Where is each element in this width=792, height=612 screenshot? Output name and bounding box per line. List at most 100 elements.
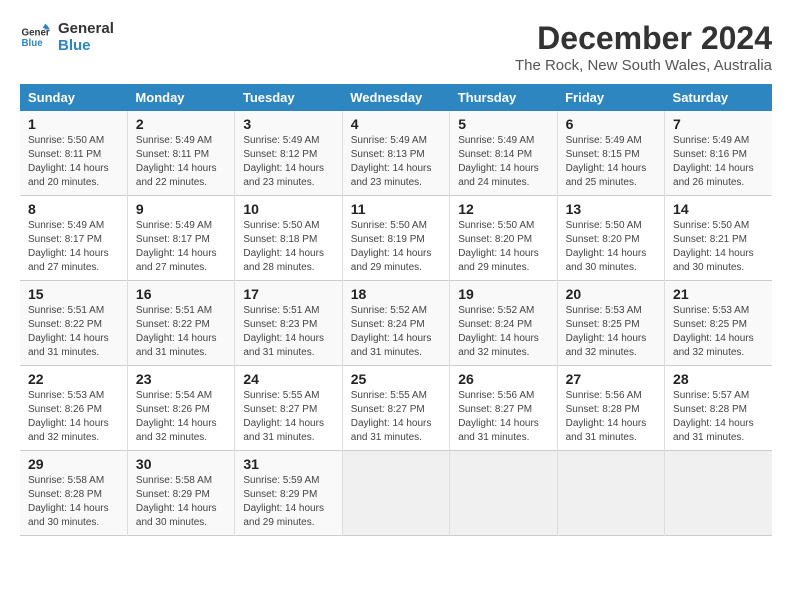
day-detail: Sunrise: 5:53 AMSunset: 8:25 PMDaylight:… xyxy=(566,304,656,360)
day-number: 16 xyxy=(136,286,226,302)
calendar-cell: 28 Sunrise: 5:57 AMSunset: 8:28 PMDayligh… xyxy=(665,366,772,451)
header-wednesday: Wednesday xyxy=(342,84,449,111)
calendar-cell: 24 Sunrise: 5:55 AMSunset: 8:27 PMDayligh… xyxy=(235,366,342,451)
day-number: 12 xyxy=(458,201,548,217)
calendar-cell: 16 Sunrise: 5:51 AMSunset: 8:22 PMDayligh… xyxy=(127,281,234,366)
day-detail: Sunrise: 5:51 AMSunset: 8:22 PMDaylight:… xyxy=(136,304,226,360)
calendar-cell: 17Sunrise: 5:51 AMSunset: 8:23 PMDayligh… xyxy=(235,281,342,366)
day-detail: Sunrise: 5:49 AMSunset: 8:14 PMDaylight:… xyxy=(458,134,548,190)
day-number: 3 xyxy=(243,116,333,132)
day-number: 19 xyxy=(458,286,548,302)
calendar-cell: 19 Sunrise: 5:52 AMSunset: 8:24 PMDayligh… xyxy=(450,281,557,366)
day-number: 21 xyxy=(673,286,764,302)
day-detail: Sunrise: 5:50 AMSunset: 8:21 PMDaylight:… xyxy=(673,219,764,275)
day-number: 11 xyxy=(351,201,441,217)
calendar-cell: 21 Sunrise: 5:53 AMSunset: 8:25 PMDayligh… xyxy=(665,281,772,366)
page-header: General Blue General Blue December 2024 … xyxy=(20,20,772,74)
day-number: 5 xyxy=(458,116,548,132)
calendar-cell: 3Sunrise: 5:49 AMSunset: 8:12 PMDaylight… xyxy=(235,111,342,196)
calendar-cell: 30 Sunrise: 5:58 AMSunset: 8:29 PMDayligh… xyxy=(127,451,234,536)
day-number: 22 xyxy=(28,371,119,387)
day-number: 29 xyxy=(28,456,119,472)
header-sunday: Sunday xyxy=(20,84,127,111)
day-detail: Sunrise: 5:59 AMSunset: 8:29 PMDaylight:… xyxy=(243,474,333,530)
calendar-week-row: 22 Sunrise: 5:53 AMSunset: 8:26 PMDayligh… xyxy=(20,366,772,451)
calendar-cell: 2 Sunrise: 5:49 AMSunset: 8:11 PMDaylight… xyxy=(127,111,234,196)
day-detail: Sunrise: 5:49 AMSunset: 8:13 PMDaylight:… xyxy=(351,134,441,190)
calendar-cell: 9 Sunrise: 5:49 AMSunset: 8:17 PMDaylight… xyxy=(127,196,234,281)
logo: General Blue General Blue xyxy=(20,20,114,54)
day-number: 30 xyxy=(136,456,226,472)
calendar-cell: 23 Sunrise: 5:54 AMSunset: 8:26 PMDayligh… xyxy=(127,366,234,451)
day-detail: Sunrise: 5:52 AMSunset: 8:24 PMDaylight:… xyxy=(351,304,441,360)
header-monday: Monday xyxy=(127,84,234,111)
calendar-week-row: 15 Sunrise: 5:51 AMSunset: 8:22 PMDayligh… xyxy=(20,281,772,366)
day-number: 24 xyxy=(243,371,333,387)
day-detail: Sunrise: 5:49 AMSunset: 8:17 PMDaylight:… xyxy=(28,219,119,275)
day-detail: Sunrise: 5:55 AMSunset: 8:27 PMDaylight:… xyxy=(243,389,333,445)
day-number: 27 xyxy=(566,371,656,387)
calendar-cell: 7 Sunrise: 5:49 AMSunset: 8:16 PMDaylight… xyxy=(665,111,772,196)
day-detail: Sunrise: 5:52 AMSunset: 8:24 PMDaylight:… xyxy=(458,304,548,360)
day-number: 20 xyxy=(566,286,656,302)
header-thursday: Thursday xyxy=(450,84,557,111)
day-detail: Sunrise: 5:49 AMSunset: 8:16 PMDaylight:… xyxy=(673,134,764,190)
day-number: 15 xyxy=(28,286,119,302)
day-number: 6 xyxy=(566,116,656,132)
calendar-cell: 6Sunrise: 5:49 AMSunset: 8:15 PMDaylight… xyxy=(557,111,664,196)
logo-line2: Blue xyxy=(58,37,114,54)
logo-line1: General xyxy=(58,20,114,37)
calendar-cell: 8 Sunrise: 5:49 AMSunset: 8:17 PMDaylight… xyxy=(20,196,127,281)
calendar-cell xyxy=(450,451,557,536)
day-number: 8 xyxy=(28,201,119,217)
day-detail: Sunrise: 5:50 AMSunset: 8:19 PMDaylight:… xyxy=(351,219,441,275)
day-number: 1 xyxy=(28,116,119,132)
day-detail: Sunrise: 5:55 AMSunset: 8:27 PMDaylight:… xyxy=(351,389,441,445)
calendar-cell: 29 Sunrise: 5:58 AMSunset: 8:28 PMDayligh… xyxy=(20,451,127,536)
calendar-week-row: 8 Sunrise: 5:49 AMSunset: 8:17 PMDaylight… xyxy=(20,196,772,281)
calendar-cell: 11 Sunrise: 5:50 AMSunset: 8:19 PMDayligh… xyxy=(342,196,449,281)
calendar-cell xyxy=(342,451,449,536)
day-number: 2 xyxy=(136,116,226,132)
svg-text:Blue: Blue xyxy=(22,38,44,49)
day-detail: Sunrise: 5:53 AMSunset: 8:25 PMDaylight:… xyxy=(673,304,764,360)
calendar-cell: 5 Sunrise: 5:49 AMSunset: 8:14 PMDaylight… xyxy=(450,111,557,196)
day-number: 7 xyxy=(673,116,764,132)
day-number: 9 xyxy=(136,201,226,217)
day-number: 18 xyxy=(351,286,441,302)
day-detail: Sunrise: 5:51 AMSunset: 8:23 PMDaylight:… xyxy=(243,304,333,360)
calendar-cell: 20 Sunrise: 5:53 AMSunset: 8:25 PMDayligh… xyxy=(557,281,664,366)
calendar-cell: 27Sunrise: 5:56 AMSunset: 8:28 PMDayligh… xyxy=(557,366,664,451)
calendar-header-row: SundayMondayTuesdayWednesdayThursdayFrid… xyxy=(20,84,772,111)
title-area: December 2024 The Rock, New South Wales,… xyxy=(515,20,772,74)
day-detail: Sunrise: 5:56 AMSunset: 8:27 PMDaylight:… xyxy=(458,389,548,445)
day-number: 31 xyxy=(243,456,333,472)
day-detail: Sunrise: 5:57 AMSunset: 8:28 PMDaylight:… xyxy=(673,389,764,445)
calendar-cell xyxy=(665,451,772,536)
calendar-cell: 22 Sunrise: 5:53 AMSunset: 8:26 PMDayligh… xyxy=(20,366,127,451)
day-detail: Sunrise: 5:58 AMSunset: 8:28 PMDaylight:… xyxy=(28,474,119,530)
calendar-cell: 25 Sunrise: 5:55 AMSunset: 8:27 PMDayligh… xyxy=(342,366,449,451)
day-number: 13 xyxy=(566,201,656,217)
calendar-cell: 31 Sunrise: 5:59 AMSunset: 8:29 PMDayligh… xyxy=(235,451,342,536)
calendar-cell: 10Sunrise: 5:50 AMSunset: 8:18 PMDayligh… xyxy=(235,196,342,281)
day-detail: Sunrise: 5:49 AMSunset: 8:17 PMDaylight:… xyxy=(136,219,226,275)
header-friday: Friday xyxy=(557,84,664,111)
day-detail: Sunrise: 5:50 AMSunset: 8:20 PMDaylight:… xyxy=(566,219,656,275)
day-detail: Sunrise: 5:51 AMSunset: 8:22 PMDaylight:… xyxy=(28,304,119,360)
day-number: 28 xyxy=(673,371,764,387)
day-number: 23 xyxy=(136,371,226,387)
calendar-cell: 1Sunrise: 5:50 AMSunset: 8:11 PMDaylight… xyxy=(20,111,127,196)
calendar-cell: 18 Sunrise: 5:52 AMSunset: 8:24 PMDayligh… xyxy=(342,281,449,366)
day-number: 4 xyxy=(351,116,441,132)
calendar-cell: 14Sunrise: 5:50 AMSunset: 8:21 PMDayligh… xyxy=(665,196,772,281)
calendar-cell: 15 Sunrise: 5:51 AMSunset: 8:22 PMDayligh… xyxy=(20,281,127,366)
day-number: 25 xyxy=(351,371,441,387)
calendar-cell: 26Sunrise: 5:56 AMSunset: 8:27 PMDayligh… xyxy=(450,366,557,451)
day-detail: Sunrise: 5:54 AMSunset: 8:26 PMDaylight:… xyxy=(136,389,226,445)
day-detail: Sunrise: 5:58 AMSunset: 8:29 PMDaylight:… xyxy=(136,474,226,530)
day-detail: Sunrise: 5:50 AMSunset: 8:18 PMDaylight:… xyxy=(243,219,333,275)
day-detail: Sunrise: 5:53 AMSunset: 8:26 PMDaylight:… xyxy=(28,389,119,445)
day-detail: Sunrise: 5:49 AMSunset: 8:11 PMDaylight:… xyxy=(136,134,226,190)
location-title: The Rock, New South Wales, Australia xyxy=(515,57,772,74)
